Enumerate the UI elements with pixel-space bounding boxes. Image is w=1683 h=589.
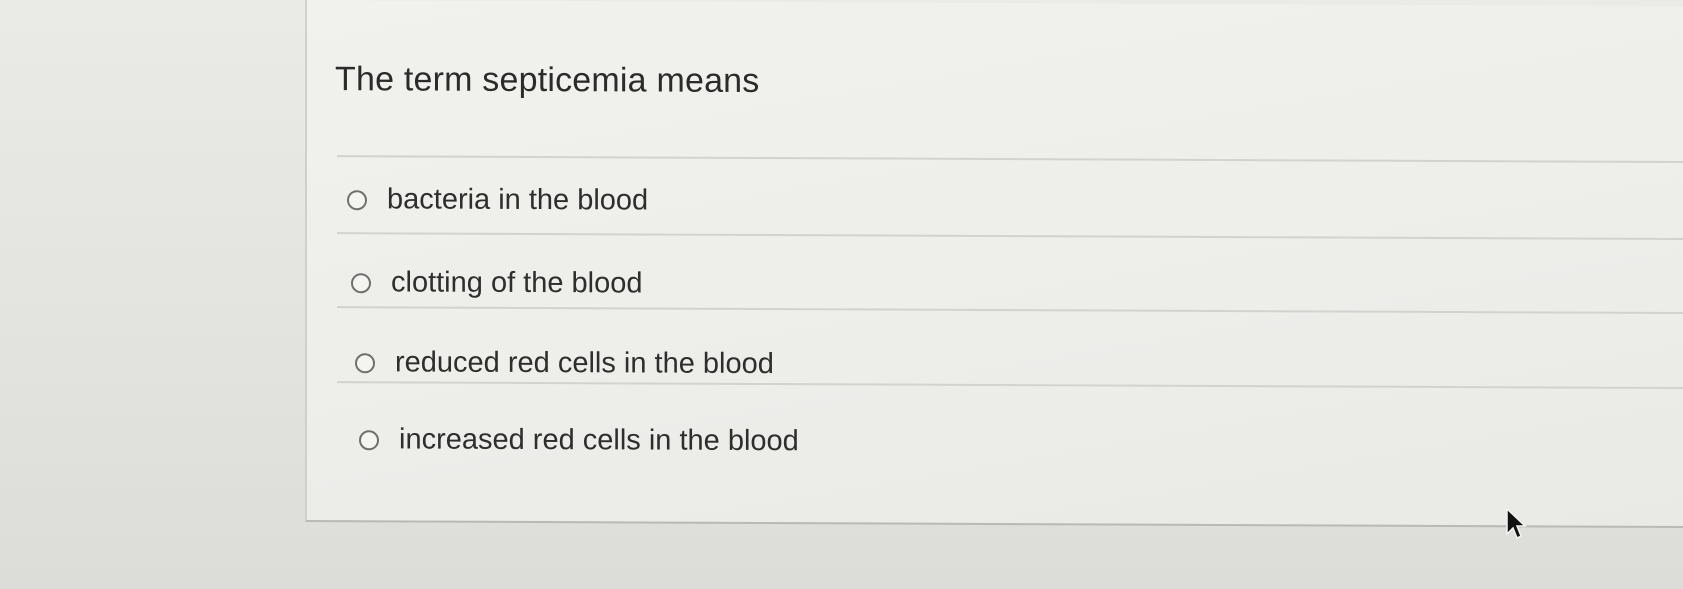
answer-label: bacteria in the blood [387, 183, 649, 217]
radio-button-icon[interactable] [347, 189, 367, 210]
answer-option-1[interactable]: bacteria in the blood [347, 183, 648, 217]
divider [337, 232, 1683, 241]
divider [337, 155, 1683, 164]
answer-option-2[interactable]: clotting of the blood [351, 266, 643, 300]
answer-label: reduced red cells in the blood [395, 346, 774, 381]
question-card: The term septicemia means bacteria in th… [305, 0, 1683, 529]
radio-button-icon[interactable] [351, 272, 371, 293]
answer-option-4[interactable]: increased red cells in the blood [359, 423, 799, 458]
radio-button-icon[interactable] [359, 429, 379, 450]
divider [337, 306, 1683, 315]
answer-label: clotting of the blood [391, 266, 643, 300]
divider [337, 381, 1683, 390]
answer-label: increased red cells in the blood [399, 423, 799, 458]
answer-option-3[interactable]: reduced red cells in the blood [355, 346, 774, 381]
screen: The term septicemia means bacteria in th… [0, 0, 1683, 589]
radio-button-icon[interactable] [355, 352, 375, 373]
mouse-pointer-icon [1506, 508, 1527, 540]
question-text: The term septicemia means [335, 60, 760, 100]
